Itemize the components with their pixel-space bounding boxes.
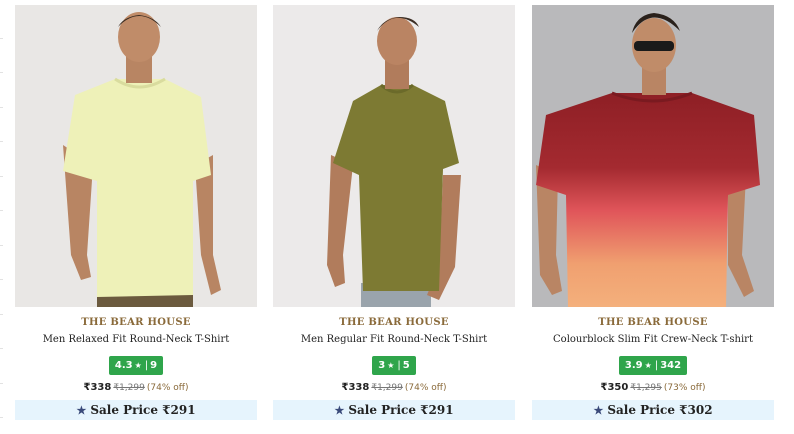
mrp-price: ₹1,299: [113, 383, 145, 393]
product-brand[interactable]: THE BEAR HOUSE: [15, 317, 257, 328]
rating-separator: |: [397, 360, 401, 371]
current-price: ₹350: [600, 382, 629, 393]
rating-count: 342: [660, 360, 682, 371]
sale-price-banner: ★ Sale Price ₹291: [273, 400, 515, 420]
rating-value: 3.9: [624, 360, 643, 371]
rating-separator: |: [144, 360, 149, 371]
product-image[interactable]: [532, 5, 774, 307]
rating-value: 4.3: [114, 360, 133, 371]
product-title[interactable]: Men Regular Fit Round-Neck T-Shirt: [273, 334, 515, 345]
rating-badge: 3 ★ | 5: [372, 356, 416, 375]
star-icon: ★: [593, 404, 604, 417]
product-card[interactable]: THE BEAR HOUSE Men Regular Fit Round-Nec…: [273, 5, 515, 420]
rating-row: 3.9 ★ | 342: [532, 353, 774, 375]
product-image[interactable]: [15, 5, 257, 307]
rating-row: 4.3 ★ | 9: [15, 353, 257, 375]
rating-badge: 4.3 ★ | 9: [108, 356, 164, 375]
page-edge-guides: [0, 0, 5, 434]
discount-text: (74% off): [404, 383, 447, 393]
product-card[interactable]: THE BEAR HOUSE Men Relaxed Fit Round-Nec…: [15, 5, 257, 420]
rating-separator: |: [654, 360, 659, 371]
star-icon: ★: [387, 361, 395, 370]
shirt: [536, 93, 760, 307]
product-image[interactable]: [273, 5, 515, 307]
sale-price-text: Sale Price ₹291: [348, 403, 454, 417]
sale-price-banner: ★ Sale Price ₹291: [15, 400, 257, 420]
sale-price-text: Sale Price ₹291: [90, 403, 196, 417]
mrp-price: ₹1,299: [371, 383, 403, 393]
discount-text: (73% off): [663, 383, 706, 393]
price-row: ₹350 ₹1,295 (73% off): [532, 382, 774, 393]
sale-price-text: Sale Price ₹302: [607, 403, 713, 417]
rating-value: 3: [378, 360, 386, 371]
product-brand[interactable]: THE BEAR HOUSE: [273, 317, 515, 328]
current-price: ₹338: [83, 382, 112, 393]
current-price: ₹338: [341, 382, 370, 393]
rating-badge: 3.9 ★ | 342: [618, 356, 688, 375]
sale-price-banner: ★ Sale Price ₹302: [532, 400, 774, 420]
star-icon: ★: [134, 361, 142, 370]
product-card[interactable]: THE BEAR HOUSE Colourblock Slim Fit Crew…: [532, 5, 774, 420]
rating-row: 3 ★ | 5: [273, 353, 515, 375]
product-title[interactable]: Men Relaxed Fit Round-Neck T-Shirt: [15, 334, 257, 345]
discount-text: (74% off): [146, 383, 189, 393]
star-icon: ★: [334, 404, 345, 417]
star-icon: ★: [76, 404, 87, 417]
mrp-price: ₹1,295: [630, 383, 662, 393]
star-icon: ★: [644, 361, 652, 370]
price-row: ₹338 ₹1,299 (74% off): [273, 382, 515, 393]
rating-count: 9: [150, 360, 158, 371]
price-row: ₹338 ₹1,299 (74% off): [15, 382, 257, 393]
product-title[interactable]: Colourblock Slim Fit Crew-Neck T-shirt: [532, 334, 774, 345]
rating-count: 5: [402, 360, 410, 371]
product-brand[interactable]: THE BEAR HOUSE: [532, 317, 774, 328]
